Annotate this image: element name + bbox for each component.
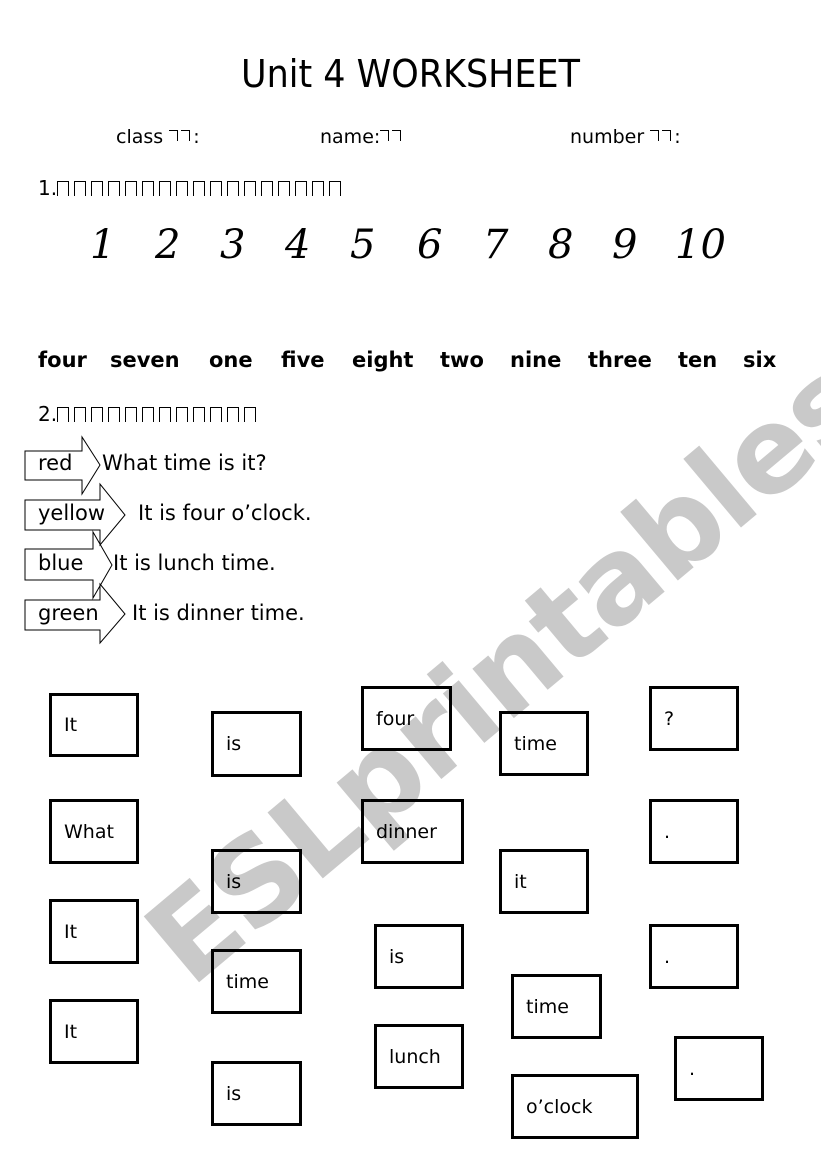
word-card[interactable]: is [211, 711, 302, 777]
word-card[interactable]: ? [649, 686, 739, 751]
arrows-layer [24, 435, 126, 645]
word-card[interactable]: four [361, 686, 452, 751]
word-card[interactable]: . [674, 1036, 764, 1101]
word-card[interactable]: time [211, 949, 302, 1014]
sentence-yellow: It is four o’clock. [138, 501, 312, 525]
arrow-label-red: red [38, 451, 73, 475]
word-card[interactable]: it [499, 849, 589, 914]
word-card[interactable]: is [211, 849, 302, 914]
sentence-green: It is dinner time. [132, 601, 305, 625]
arrow-label-blue: blue [38, 551, 84, 575]
word-card[interactable]: What [49, 799, 139, 864]
word-card[interactable]: It [49, 899, 139, 964]
word-card[interactable]: is [374, 924, 464, 989]
word-card[interactable]: dinner [361, 799, 464, 864]
word-card[interactable]: . [649, 799, 739, 864]
word-card[interactable]: . [649, 924, 739, 989]
arrow-label-yellow: yellow [38, 501, 106, 525]
word-card[interactable]: It [49, 999, 139, 1064]
arrow-label-green: green [38, 601, 99, 625]
sentence-red: What time is it? [102, 451, 267, 475]
sentence-blue: It is lunch time. [113, 551, 276, 575]
word-card[interactable]: lunch [374, 1024, 464, 1089]
word-card[interactable]: It [49, 693, 139, 757]
word-card[interactable]: o’clock [511, 1074, 639, 1139]
word-card[interactable]: time [511, 974, 602, 1039]
word-card[interactable]: is [211, 1061, 302, 1126]
word-card[interactable]: time [499, 711, 589, 776]
